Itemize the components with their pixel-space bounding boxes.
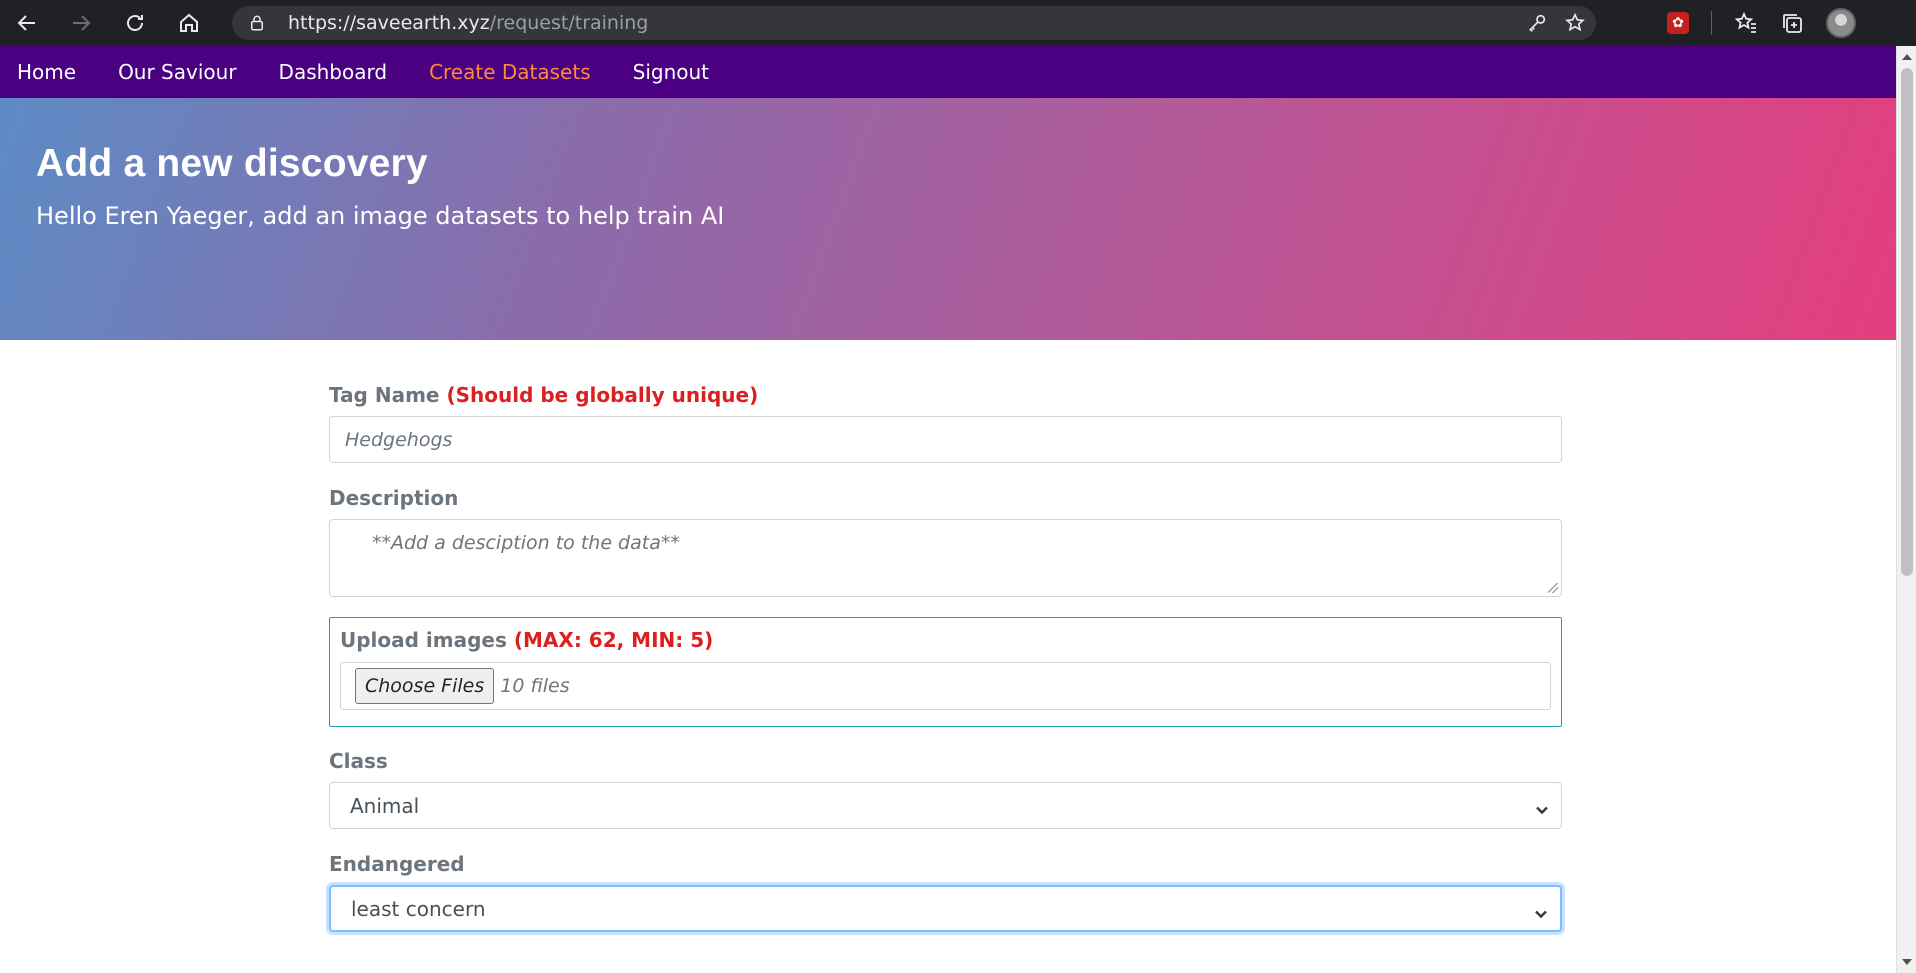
upload-images-label: Upload images (MAX: 62, MIN: 5) [340,628,1551,652]
browser-toolbar: https://saveearth.xyz/request/training ✿ [0,0,1916,46]
nav-our-saviour[interactable]: Our Saviour [118,60,236,84]
file-count: 10 files [500,675,570,697]
chevron-down-icon [1535,798,1549,815]
favorites-icon[interactable] [1734,11,1758,35]
key-icon[interactable] [1526,12,1548,34]
scroll-thumb[interactable] [1901,68,1913,576]
collections-icon[interactable] [1780,11,1804,35]
upload-images-group: Upload images (MAX: 62, MIN: 5) Choose F… [329,617,1562,727]
tag-name-note: (Should be globally unique) [446,383,759,407]
nav-create-datasets[interactable]: Create Datasets [429,60,591,84]
more-icon[interactable] [1878,11,1902,35]
address-bar[interactable]: https://saveearth.xyz/request/training [232,6,1596,40]
nav-home[interactable]: Home [17,60,76,84]
page-subtitle: Hello Eren Yaeger, add an image datasets… [36,202,725,230]
nav-signout[interactable]: Signout [633,60,709,84]
dataset-form: Tag Name (Should be globally unique) Hed… [329,340,1562,932]
back-icon [17,15,35,31]
endangered-label: Endangered [329,852,465,876]
tag-name-label-text: Tag Name [329,383,440,407]
nav-dashboard[interactable]: Dashboard [279,60,388,84]
tag-name-value: Hedgehogs [345,428,453,451]
endangered-selected-value: least concern [351,896,486,921]
home-button[interactable] [162,0,216,46]
endangered-select[interactable]: least concern [329,885,1562,932]
forward-button[interactable] [54,0,108,46]
lock-icon[interactable] [248,13,266,33]
refresh-icon [127,15,143,31]
toolbar-divider [1711,11,1712,35]
hero-banner: Add a new discovery Hello Eren Yaeger, a… [0,98,1896,340]
upload-images-label-text: Upload images [340,628,507,652]
resize-handle[interactable] [1548,583,1558,593]
scroll-up-icon[interactable] [1902,54,1912,60]
page-title: Add a new discovery [36,142,428,185]
page-scrollbar[interactable] [1896,46,1916,973]
refresh-button[interactable] [108,0,162,46]
upload-images-note: (MAX: 62, MIN: 5) [513,628,714,652]
choose-files-button[interactable]: Choose Files [355,668,495,704]
class-selected-value: Animal [350,793,420,818]
description-placeholder: **Add a desciption to the data** [372,532,680,554]
tag-name-label: Tag Name (Should be globally unique) [329,383,1562,407]
extension-icon[interactable]: ✿ [1667,12,1689,34]
file-input[interactable]: Choose Files 10 files [340,662,1551,710]
chevron-down-icon [1534,902,1548,919]
url-domain: https://saveearth.xyz [288,12,490,34]
browser-actions: ✿ [1667,0,1902,46]
class-label: Class [329,749,388,773]
url-path: /request/training [489,12,649,34]
site-navbar: Home Our Saviour Dashboard Create Datase… [0,46,1896,98]
class-select[interactable]: Animal [329,782,1562,829]
url-actions [1526,6,1586,40]
description-label: Description [329,486,459,510]
profile-avatar[interactable] [1826,8,1856,38]
forward-icon [73,15,91,31]
add-favorite-icon[interactable] [1564,12,1586,34]
description-textarea[interactable]: **Add a desciption to the data** [329,519,1562,597]
scroll-down-icon[interactable] [1902,959,1912,965]
url-text[interactable]: https://saveearth.xyz/request/training [288,12,648,34]
tag-name-input[interactable]: Hedgehogs [329,416,1562,463]
back-button[interactable] [0,0,54,46]
home-icon [180,13,198,32]
